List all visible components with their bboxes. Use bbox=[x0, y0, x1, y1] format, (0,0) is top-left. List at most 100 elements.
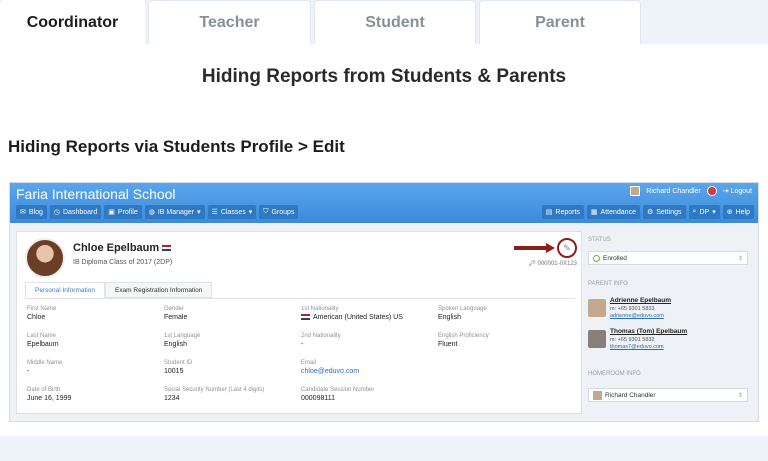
nav-label: Classes bbox=[220, 208, 246, 216]
email-link[interactable]: chloe@eduvo.com bbox=[301, 368, 438, 375]
homeroom-select[interactable]: Richard Chandler ⇕ bbox=[588, 388, 748, 402]
parent-info-heading: PARENT INFO bbox=[588, 281, 628, 287]
profile-sidebar: STATUS Enrolled ⇕ PARENT INFO Adrienne E… bbox=[588, 231, 754, 414]
nav-groups[interactable]: ⛉ Groups bbox=[259, 205, 299, 219]
user-avatar bbox=[630, 186, 641, 196]
nav-dashboard[interactable]: ◷ Dashboard bbox=[49, 205, 102, 219]
parent-avatar bbox=[588, 299, 606, 317]
field-candidate-session: Candidate Session Number 000098111 bbox=[301, 387, 375, 402]
nav-left: ✉ Blog ◷ Dashboard ▣ Profile ◍ IB Manager ▾ ☰… bbox=[16, 205, 299, 219]
logout-label: Logout bbox=[730, 188, 752, 195]
field-nationality-2: 2nd Nationality - bbox=[301, 333, 341, 348]
user-name[interactable]: Richard Chandler bbox=[646, 188, 700, 195]
chevron-down-icon: ▾ bbox=[712, 209, 716, 216]
nav-label: IB Manager bbox=[157, 208, 195, 216]
check-circle-icon bbox=[593, 254, 600, 262]
section-title: Hiding Reports via Students Profile > Ed… bbox=[8, 137, 345, 156]
nav-attendance[interactable]: ▦ Attendance bbox=[586, 205, 640, 219]
student-name: Chloe Epelbaum bbox=[73, 242, 172, 254]
tab-personal-information[interactable]: Personal Information bbox=[25, 282, 105, 298]
student-id-text: 000001-0X123 bbox=[537, 261, 577, 267]
footer-band bbox=[0, 436, 768, 461]
profile-screenshot: Faria International School Richard Chand… bbox=[9, 182, 759, 422]
status-value: Enrolled bbox=[603, 254, 627, 262]
nav-reports[interactable]: ▤ Reports bbox=[541, 205, 584, 219]
parent-email[interactable]: adrienne@eduvo.com bbox=[610, 313, 664, 319]
field-first-name: First Name Chloe bbox=[27, 306, 57, 321]
homeroom-avatar bbox=[593, 390, 602, 400]
tab-student[interactable]: Student bbox=[314, 0, 476, 44]
field-first-language: 1st Language English bbox=[164, 333, 201, 348]
nav-profile[interactable]: ▣ Profile bbox=[104, 205, 142, 219]
select-caret-icon: ⇕ bbox=[737, 392, 743, 399]
status-select[interactable]: Enrolled ⇕ bbox=[588, 251, 748, 265]
app-header: Faria International School Richard Chand… bbox=[10, 183, 758, 223]
field-student-id: Student ID 10015 bbox=[164, 360, 193, 375]
parent-name[interactable]: Thomas (Tom) Epelbaum bbox=[610, 328, 687, 335]
field-last-name: Last Name Epelbaum bbox=[27, 333, 59, 348]
homeroom-heading: HOMEROOM INFO bbox=[588, 371, 641, 377]
globe-icon: ◍ bbox=[148, 209, 155, 216]
parent-phone: m: +65 9301 5833 bbox=[610, 306, 655, 312]
role-tabs: Coordinator Teacher Student Parent bbox=[0, 0, 768, 44]
chevron-down-icon: ▾ bbox=[197, 209, 201, 216]
student-name-text: Chloe Epelbaum bbox=[73, 242, 160, 254]
parent-name[interactable]: Adrienne Epelbaum bbox=[610, 297, 671, 304]
field-gender: Gender Female bbox=[164, 306, 188, 321]
student-id: 🔑︎ 000001-0X123 bbox=[528, 261, 577, 267]
nav-label: Profile bbox=[117, 208, 138, 216]
gear-icon: ⚙ bbox=[646, 209, 654, 216]
field-nationality-1: 1st Nationality American (United States) … bbox=[301, 306, 403, 321]
nav-label: Reports bbox=[555, 208, 580, 216]
user-area: Richard Chandler ⇥ Logout bbox=[630, 186, 752, 196]
school-name: Faria International School bbox=[16, 186, 176, 202]
us-flag-icon bbox=[301, 314, 310, 321]
field-spoken-language: Spoken Language English bbox=[438, 306, 487, 321]
parent-avatar bbox=[588, 330, 606, 348]
shield-icon: ⛉ bbox=[263, 208, 269, 215]
tab-coordinator[interactable]: Coordinator bbox=[0, 0, 145, 44]
nav-label: Dashboard bbox=[63, 208, 98, 216]
logout-link[interactable]: ⇥ Logout bbox=[723, 187, 752, 195]
nav-classes[interactable]: ☰ Classes ▾ bbox=[207, 205, 257, 219]
field-ssn: Social Security Number (Last 4 digits) 12… bbox=[164, 387, 265, 402]
list-icon: ☰ bbox=[211, 209, 218, 216]
nav-right: ▤ Reports ▦ Attendance ⚙ Settings ⌕ DP ▾ ⊕ Hel… bbox=[541, 205, 754, 219]
nav-label: Groups bbox=[271, 208, 295, 216]
profile-subtabs: Personal Information Exam Registration I… bbox=[25, 282, 213, 298]
nav-label: Blog bbox=[28, 208, 43, 216]
field-date-of-birth: Date of Birth June 16, 1999 bbox=[27, 387, 72, 402]
nav-label: Settings bbox=[656, 208, 682, 216]
notification-icon[interactable] bbox=[706, 186, 717, 196]
nav-label: DP bbox=[699, 208, 710, 216]
edit-pencil-icon[interactable]: ✎ bbox=[557, 238, 577, 258]
clock-icon: ◷ bbox=[53, 209, 60, 216]
nav-settings[interactable]: ⚙ Settings bbox=[642, 205, 686, 219]
nav-help[interactable]: ⊕ Help bbox=[722, 205, 754, 219]
field-email: Email chloe@eduvo.com bbox=[301, 360, 438, 375]
nav-label: Help bbox=[735, 208, 750, 216]
search-icon: ⌕ bbox=[692, 208, 697, 215]
tab-parent[interactable]: Parent bbox=[479, 0, 641, 44]
status-heading: STATUS bbox=[588, 237, 611, 243]
select-caret-icon: ⇕ bbox=[737, 255, 743, 262]
us-flag-icon bbox=[162, 245, 172, 252]
student-photo bbox=[25, 238, 65, 278]
chevron-down-icon: ▾ bbox=[248, 209, 253, 216]
student-class: IB Diploma Class of 2017 (2DP) bbox=[73, 259, 173, 266]
nav-dp[interactable]: ⌕ DP ▾ bbox=[688, 205, 720, 219]
nav-blog[interactable]: ✉ Blog bbox=[16, 205, 47, 219]
parent-email[interactable]: thomas7@eduvo.com bbox=[610, 344, 664, 350]
blog-icon: ✉ bbox=[20, 209, 26, 216]
parent-phone: m: +65 9301 5832 bbox=[610, 337, 655, 343]
field-middle-name: Middle Name - bbox=[27, 360, 63, 375]
nav-ib-manager[interactable]: ◍ IB Manager ▾ bbox=[144, 205, 205, 219]
tab-teacher[interactable]: Teacher bbox=[148, 0, 311, 44]
red-arrow-annotation bbox=[514, 243, 556, 253]
field-english-proficiency: English Proficiency Fluent bbox=[438, 333, 489, 348]
nav-label: Attendance bbox=[600, 208, 636, 216]
id-card-icon: ▣ bbox=[108, 209, 115, 216]
tab-exam-registration[interactable]: Exam Registration Information bbox=[104, 282, 213, 298]
page-title: Hiding Reports from Students & Parents bbox=[201, 66, 567, 87]
lifebuoy-icon: ⊕ bbox=[726, 209, 733, 216]
